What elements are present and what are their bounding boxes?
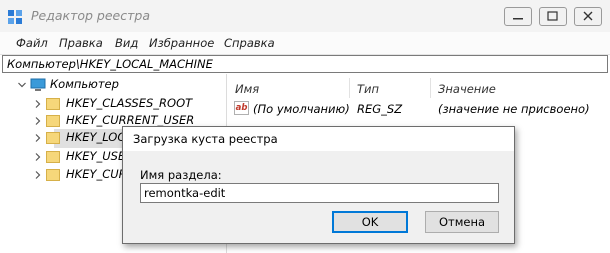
chevron-right-icon xyxy=(35,117,41,125)
address-path: Компьютер\HKEY_LOCAL_MACHINE xyxy=(7,57,213,71)
value-name: (По умолчанию) xyxy=(253,102,350,116)
chevron-right-icon xyxy=(35,100,41,108)
column-header-type[interactable]: Тип xyxy=(357,82,379,96)
folder-icon xyxy=(46,151,60,163)
tree-label: HKEY_CURRENT_USER xyxy=(66,113,195,127)
dialog-title: Загрузка куста реестра xyxy=(133,132,278,146)
ok-button[interactable]: OK xyxy=(332,211,408,233)
tree-label: Компьютер xyxy=(50,77,119,91)
folder-icon xyxy=(46,132,60,144)
maximize-icon xyxy=(547,11,558,21)
menu-help[interactable]: Справка xyxy=(224,36,275,50)
tree-label: HKEY_CUR xyxy=(66,167,127,181)
folder-icon xyxy=(46,115,60,127)
chevron-down-icon xyxy=(18,82,26,88)
tree-label: HKEY_CLASSES_ROOT xyxy=(66,96,193,110)
chevron-right-icon xyxy=(35,171,41,179)
menu-favorites[interactable]: Избранное xyxy=(149,36,214,50)
chevron-right-icon xyxy=(35,153,41,161)
window-title: Редактор реестра xyxy=(31,8,150,23)
tree-label: HKEY_LOC xyxy=(66,130,126,144)
registry-editor-icon xyxy=(8,10,22,24)
folder-icon xyxy=(46,169,60,181)
load-hive-dialog: Загрузка куста реестра Имя раздела: OK О… xyxy=(122,126,515,244)
title-bar: Редактор реестра xyxy=(0,0,610,32)
menu-edit[interactable]: Правка xyxy=(59,36,103,50)
folder-icon xyxy=(46,98,60,110)
value-type: REG_SZ xyxy=(357,102,403,116)
column-header-data[interactable]: Значение xyxy=(438,82,496,96)
maximize-button[interactable] xyxy=(539,7,567,26)
dialog-title-bar[interactable]: Загрузка куста реестра xyxy=(123,127,514,151)
minimize-icon xyxy=(513,18,523,20)
close-icon xyxy=(583,11,593,21)
menu-file[interactable]: Файл xyxy=(16,36,48,50)
computer-icon xyxy=(30,78,46,91)
address-bar[interactable]: Компьютер\HKEY_LOCAL_MACHINE xyxy=(2,55,608,73)
column-divider[interactable] xyxy=(430,78,431,98)
close-button[interactable] xyxy=(574,7,602,26)
minimize-button[interactable] xyxy=(504,7,532,26)
key-name-label: Имя раздела: xyxy=(140,168,222,182)
chevron-right-icon xyxy=(35,134,41,142)
tree-item-computer[interactable]: Компьютер xyxy=(0,76,226,95)
cancel-button[interactable]: Отмена xyxy=(425,211,499,233)
key-name-input[interactable] xyxy=(140,183,499,203)
string-value-icon: ab xyxy=(234,101,249,115)
value-data: (значение не присвоено) xyxy=(438,102,590,116)
column-header-name[interactable]: Имя xyxy=(235,82,259,96)
column-divider[interactable] xyxy=(349,78,350,98)
menu-view[interactable]: Вид xyxy=(115,36,138,50)
menu-bar: Файл Правка Вид Избранное Справка xyxy=(0,32,610,55)
